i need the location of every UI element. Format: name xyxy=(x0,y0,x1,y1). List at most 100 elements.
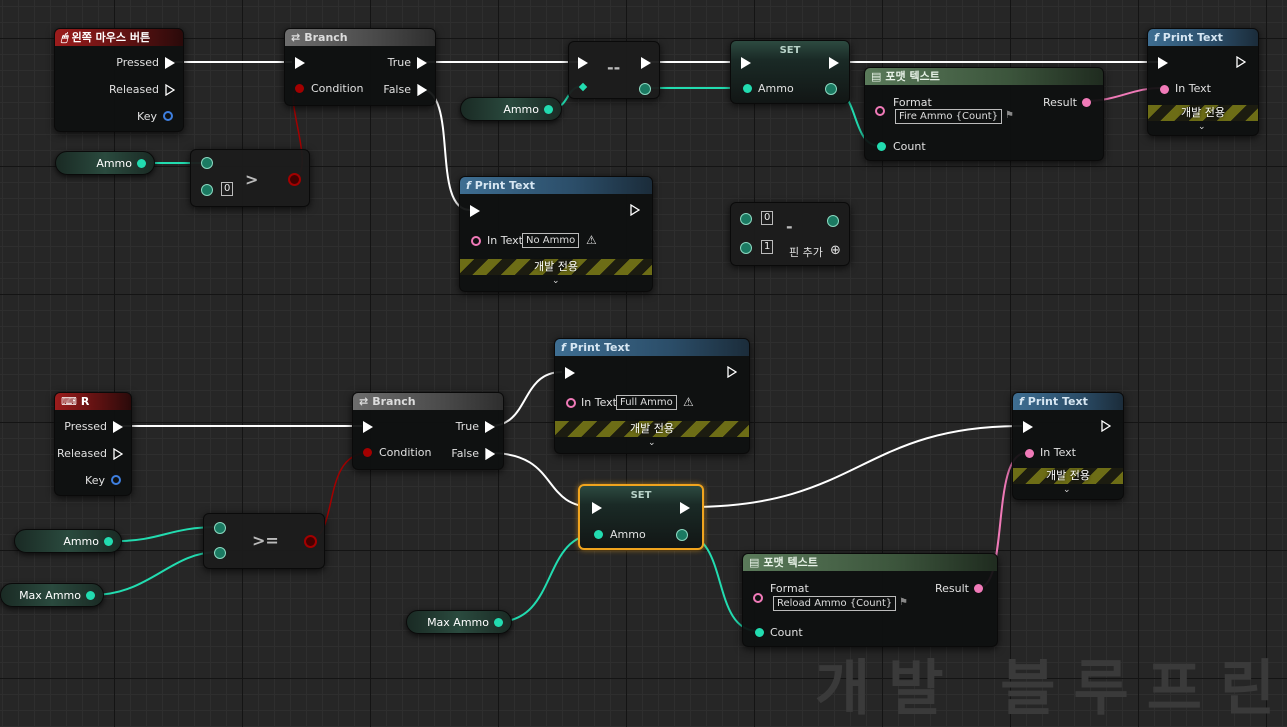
exec-input-pin[interactable] xyxy=(470,205,480,217)
ammo-output-pin[interactable] xyxy=(825,83,837,95)
input-a-pin[interactable] xyxy=(201,157,213,169)
released-exec-pin[interactable] xyxy=(165,84,175,96)
ammo-output-pin[interactable] xyxy=(137,159,146,168)
exec-input-pin[interactable] xyxy=(592,502,602,514)
result-output-pin[interactable] xyxy=(1082,98,1091,107)
exec-input-pin[interactable] xyxy=(1023,421,1033,433)
add-pin-icon[interactable]: ⊕ xyxy=(830,243,841,258)
subtract-value-a-input[interactable]: 0 xyxy=(761,211,774,225)
set-ammo-node[interactable]: SET Ammo xyxy=(730,40,850,104)
false-label: False xyxy=(383,83,411,96)
in-text-pin[interactable] xyxy=(566,398,576,408)
condition-pin[interactable] xyxy=(295,84,304,93)
released-exec-pin[interactable] xyxy=(113,448,123,460)
flag-icon[interactable]: ⚑ xyxy=(899,597,908,608)
exec-input-pin[interactable] xyxy=(295,57,305,69)
count-input-pin[interactable] xyxy=(755,628,764,637)
format-title: 포맷 텍스트 xyxy=(885,70,940,83)
exec-output-pin[interactable] xyxy=(630,204,640,216)
exec-output-pin[interactable] xyxy=(641,57,651,69)
input-a-pin[interactable] xyxy=(214,522,226,534)
true-exec-pin[interactable] xyxy=(417,57,427,69)
ammo-getter[interactable]: Ammo xyxy=(14,529,122,553)
key-struct-pin[interactable] xyxy=(163,111,173,121)
in-text-value-input[interactable]: No Ammo xyxy=(522,233,580,248)
exec-input-pin[interactable] xyxy=(565,367,575,379)
in-text-pin[interactable] xyxy=(471,236,481,246)
exec-input-pin[interactable] xyxy=(741,57,751,69)
warning-icon: ⚠ xyxy=(683,395,694,409)
greater-than-node[interactable]: 0 > xyxy=(190,149,310,207)
max-ammo-output-pin[interactable] xyxy=(494,618,503,627)
count-input-pin[interactable] xyxy=(877,142,886,151)
false-exec-pin[interactable] xyxy=(485,448,495,460)
condition-pin[interactable] xyxy=(363,448,372,457)
format-text-node[interactable]: ▤ 포맷 텍스트 Format Reload Ammo {Count} ⚑ Res… xyxy=(742,553,998,647)
ammo-output-pin[interactable] xyxy=(676,529,688,541)
format-value-input[interactable]: Reload Ammo {Count} xyxy=(773,596,897,611)
compare-value-input[interactable]: 0 xyxy=(221,182,234,196)
print-text-node[interactable]: f Print Text In Text 개발 전용 ⌄ xyxy=(1147,28,1259,136)
ammo-output-pin[interactable] xyxy=(544,105,553,114)
ammo-getter[interactable]: Ammo xyxy=(460,97,562,121)
branch-node[interactable]: ⇄ Branch True Condition False xyxy=(284,28,436,106)
max-ammo-getter[interactable]: Max Ammo xyxy=(406,610,512,634)
in-text-pin[interactable] xyxy=(1025,449,1034,458)
int-output-pin[interactable] xyxy=(827,215,839,227)
format-text-node[interactable]: ▤ 포맷 텍스트 Format Fire Ammo {Count} ⚑ Resul… xyxy=(864,67,1104,161)
ref-input-pin[interactable] xyxy=(578,82,588,92)
event-r-key-node[interactable]: ⌨ R Pressed Released Key xyxy=(54,392,132,496)
ammo-input-pin[interactable] xyxy=(743,84,752,93)
input-a-pin[interactable] xyxy=(740,213,752,225)
print-text-node[interactable]: f Print Text In Text Full Ammo ⚠ 개발 전용 ⌄ xyxy=(554,338,750,454)
flag-icon[interactable]: ⚑ xyxy=(1005,110,1014,121)
key-label: Key xyxy=(85,474,105,487)
format-input-pin[interactable] xyxy=(753,593,763,603)
exec-output-pin[interactable] xyxy=(1236,56,1246,68)
ammo-input-pin[interactable] xyxy=(594,530,603,539)
format-value-input[interactable]: Fire Ammo {Count} xyxy=(895,109,1003,124)
exec-output-pin[interactable] xyxy=(829,57,839,69)
input-b-pin[interactable] xyxy=(214,547,226,559)
exec-input-pin[interactable] xyxy=(363,421,373,433)
bool-output-pin[interactable] xyxy=(288,173,301,186)
result-output-pin[interactable] xyxy=(974,584,983,593)
expand-chevron-icon[interactable]: ⌄ xyxy=(552,276,560,286)
print-text-node[interactable]: f Print Text In Text 개발 전용 ⌄ xyxy=(1012,392,1124,500)
in-text-value-input[interactable]: Full Ammo xyxy=(616,395,677,410)
expand-chevron-icon[interactable]: ⌄ xyxy=(648,438,656,448)
subtract-node[interactable]: 0 - 1 핀 추가 ⊕ xyxy=(730,202,850,266)
ammo-getter[interactable]: Ammo xyxy=(55,151,155,175)
expand-chevron-icon[interactable]: ⌄ xyxy=(1063,485,1071,495)
exec-output-pin[interactable] xyxy=(727,366,737,378)
bool-output-pin[interactable] xyxy=(304,535,317,548)
int-output-pin[interactable] xyxy=(639,83,651,95)
input-b-pin[interactable] xyxy=(740,242,752,254)
ammo-output-pin[interactable] xyxy=(104,537,113,546)
print-text-node[interactable]: f Print Text In Text No Ammo ⚠ 개발 전용 ⌄ xyxy=(459,176,653,292)
exec-output-pin[interactable] xyxy=(680,502,690,514)
false-exec-pin[interactable] xyxy=(417,84,427,96)
branch-node[interactable]: ⇄ Branch True Condition False xyxy=(352,392,504,470)
max-ammo-output-pin[interactable] xyxy=(86,591,95,600)
event-title: R xyxy=(80,395,90,408)
set-ammo-node-selected[interactable]: SET Ammo xyxy=(578,484,704,550)
expand-chevron-icon[interactable]: ⌄ xyxy=(1198,122,1206,132)
input-b-pin[interactable] xyxy=(201,184,213,196)
pressed-exec-pin[interactable] xyxy=(113,421,123,433)
in-text-pin[interactable] xyxy=(1160,85,1169,94)
exec-output-pin[interactable] xyxy=(1101,420,1111,432)
format-header: ▤ 포맷 텍스트 xyxy=(743,554,997,571)
key-struct-pin[interactable] xyxy=(111,475,121,485)
pressed-exec-pin[interactable] xyxy=(165,57,175,69)
subtract-value-b-input[interactable]: 1 xyxy=(761,240,774,254)
decrement-node[interactable]: -- xyxy=(568,41,660,99)
greater-equal-node[interactable]: >= xyxy=(203,513,325,569)
true-exec-pin[interactable] xyxy=(485,421,495,433)
max-ammo-getter[interactable]: Max Ammo xyxy=(0,583,104,607)
format-input-pin[interactable] xyxy=(875,106,885,116)
operator-label: > xyxy=(245,170,259,189)
exec-input-pin[interactable] xyxy=(1158,57,1168,69)
exec-input-pin[interactable] xyxy=(578,57,588,69)
event-left-mouse-button-node[interactable]: 🖱 왼쪽 마우스 버튼 Pressed Released Key xyxy=(54,28,184,132)
